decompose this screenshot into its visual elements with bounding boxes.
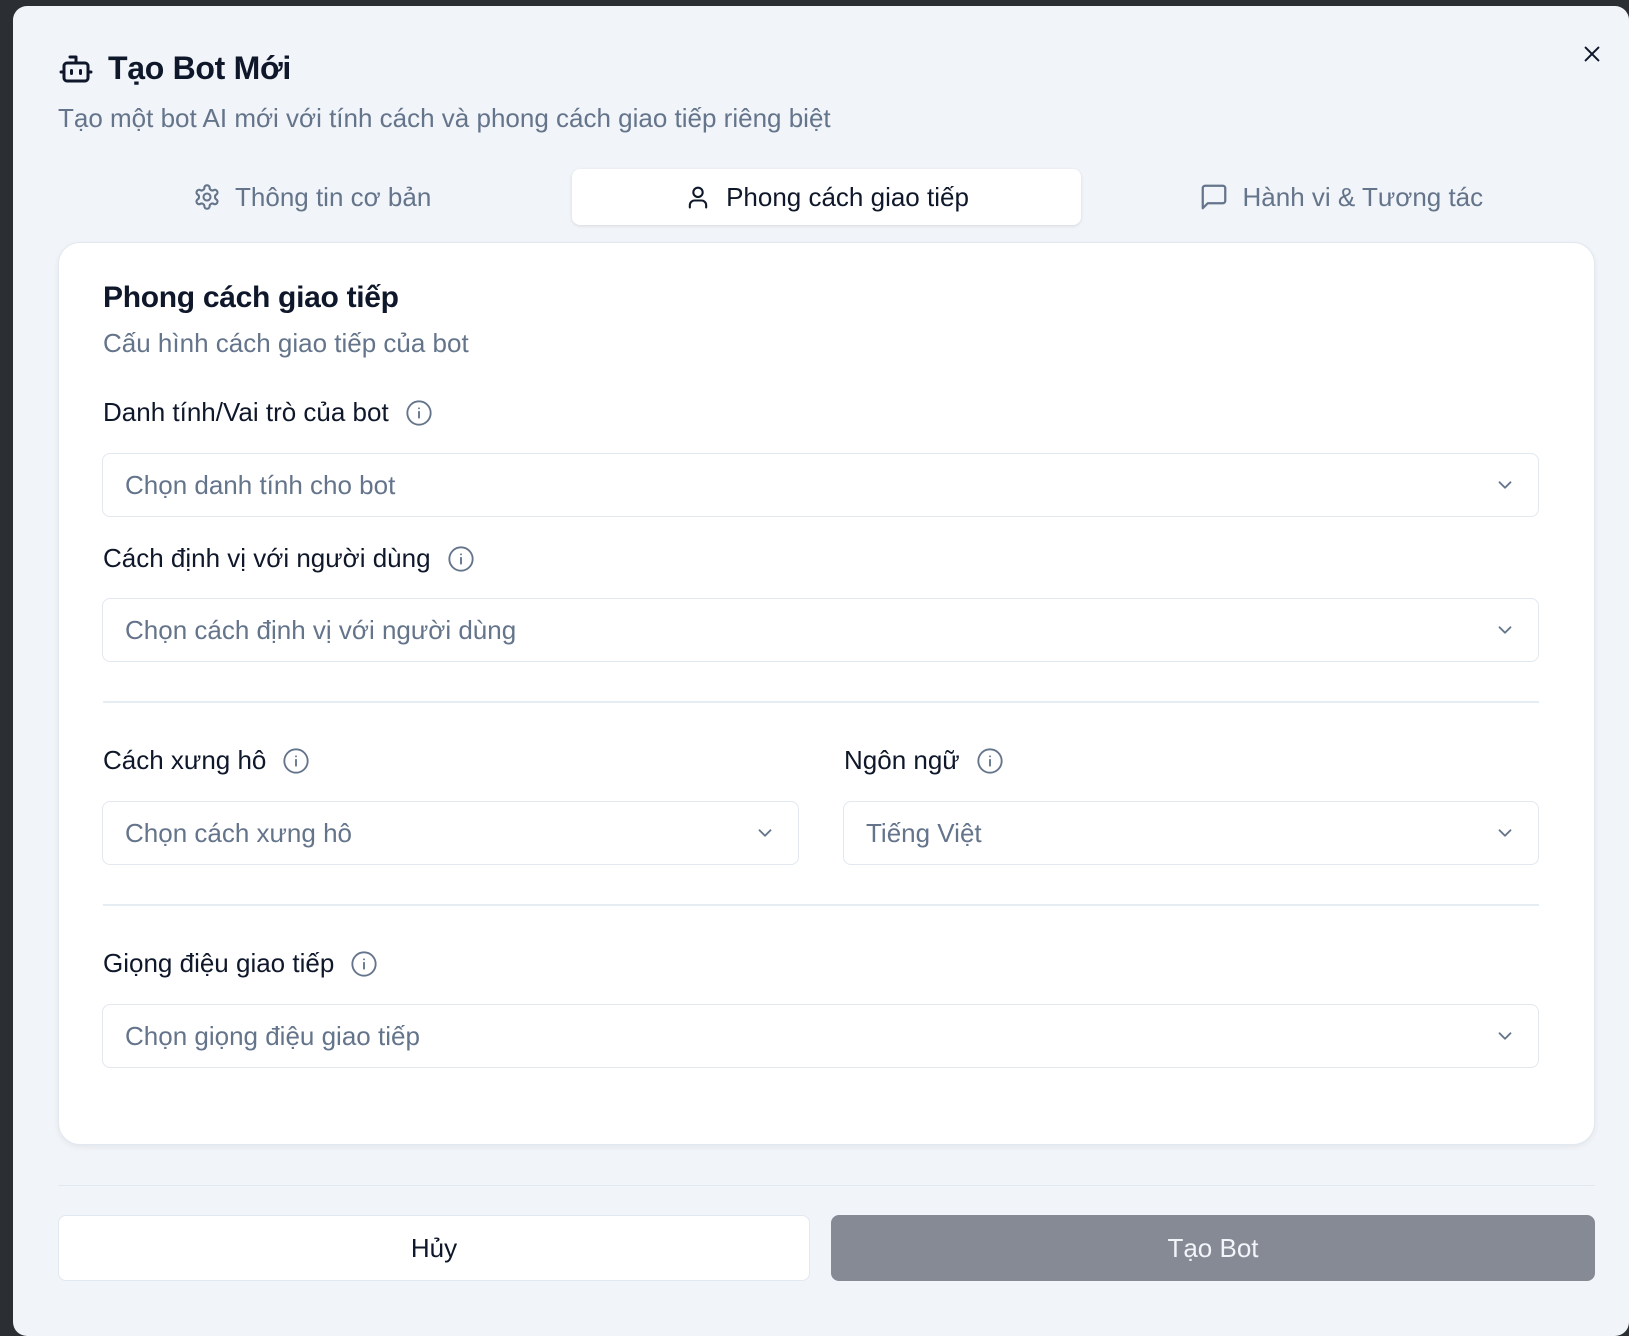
message-square-icon <box>1201 184 1226 210</box>
info-icon[interactable] <box>447 545 475 573</box>
identity-label: Danh tính/Vai trò của bot <box>103 397 433 428</box>
tab-behavior-interaction[interactable]: Hành vi & Tương tác <box>1087 169 1595 225</box>
positioning-select[interactable]: Chọn cách định vị với người dùng <box>102 598 1539 662</box>
user-icon <box>688 186 708 209</box>
addressing-select[interactable]: Chọn cách xưng hô <box>102 801 799 865</box>
addressing-label-text: Cách xưng hô <box>103 745 267 775</box>
info-icon[interactable] <box>282 747 310 775</box>
dialog-header: Tạo Bot Mới <box>58 50 291 87</box>
tab-label: Hành vi & Tương tác <box>1242 181 1484 212</box>
tab-communication-style[interactable]: Phong cách giao tiếp <box>572 169 1081 225</box>
info-icon[interactable] <box>350 950 378 978</box>
chevron-down-icon <box>1498 626 1512 634</box>
section-description: Cấu hình cách giao tiếp của bot <box>103 328 469 358</box>
identity-select[interactable]: Chọn danh tính cho bot <box>102 453 1539 517</box>
communication-style-card: Phong cách giao tiếp Cấu hình cách giao … <box>58 242 1595 1145</box>
info-icon[interactable] <box>976 747 1004 775</box>
language-label-text: Ngôn ngữ <box>844 745 960 775</box>
language-value: Tiếng Việt <box>866 817 982 848</box>
x-icon <box>1584 46 1600 62</box>
dialog-subtitle: Tạo một bot AI mới với tính cách và phon… <box>58 103 831 133</box>
tab-label: Thông tin cơ bản <box>235 181 432 212</box>
chevron-down-icon <box>758 829 772 837</box>
tone-select[interactable]: Chọn giọng điệu giao tiếp <box>102 1004 1539 1068</box>
dialog-title: Tạo Bot Mới <box>108 50 291 86</box>
identity-placeholder: Chọn danh tính cho bot <box>125 469 396 500</box>
chevron-down-icon <box>1498 829 1512 837</box>
cancel-button[interactable]: Hủy <box>58 1215 810 1281</box>
language-label: Ngôn ngữ <box>844 745 1004 776</box>
tab-bar: Thông tin cơ bản Phong cách giao tiếp Hà… <box>58 169 1595 225</box>
gear-icon <box>195 184 219 210</box>
section-divider <box>103 904 1539 906</box>
chevron-down-icon <box>1498 481 1512 489</box>
tab-label: Phong cách giao tiếp <box>726 181 969 212</box>
positioning-placeholder: Chọn cách định vị với người dùng <box>125 614 517 645</box>
info-icon[interactable] <box>405 399 433 427</box>
tone-placeholder: Chọn giọng điệu giao tiếp <box>125 1020 420 1051</box>
positioning-label: Cách định vị với người dùng <box>103 543 475 574</box>
language-select[interactable]: Tiếng Việt <box>843 801 1539 865</box>
section-title: Phong cách giao tiếp <box>103 281 399 314</box>
create-bot-dialog: Tạo Bot Mới Tạo một bot AI mới với tính … <box>13 6 1629 1336</box>
tab-basic-info[interactable]: Thông tin cơ bản <box>58 169 566 225</box>
tone-label-text: Giọng điệu giao tiếp <box>103 948 335 978</box>
positioning-label-text: Cách định vị với người dùng <box>103 543 431 573</box>
bot-icon <box>59 55 93 82</box>
chevron-down-icon <box>1498 1032 1512 1040</box>
footer-divider <box>58 1185 1595 1186</box>
tone-label: Giọng điệu giao tiếp <box>103 948 378 979</box>
section-divider <box>103 701 1539 703</box>
close-button[interactable] <box>1576 38 1608 70</box>
create-bot-button[interactable]: Tạo Bot <box>831 1215 1595 1281</box>
addressing-placeholder: Chọn cách xưng hô <box>125 817 352 848</box>
addressing-label: Cách xưng hô <box>103 745 310 776</box>
identity-label-text: Danh tính/Vai trò của bot <box>103 397 389 427</box>
